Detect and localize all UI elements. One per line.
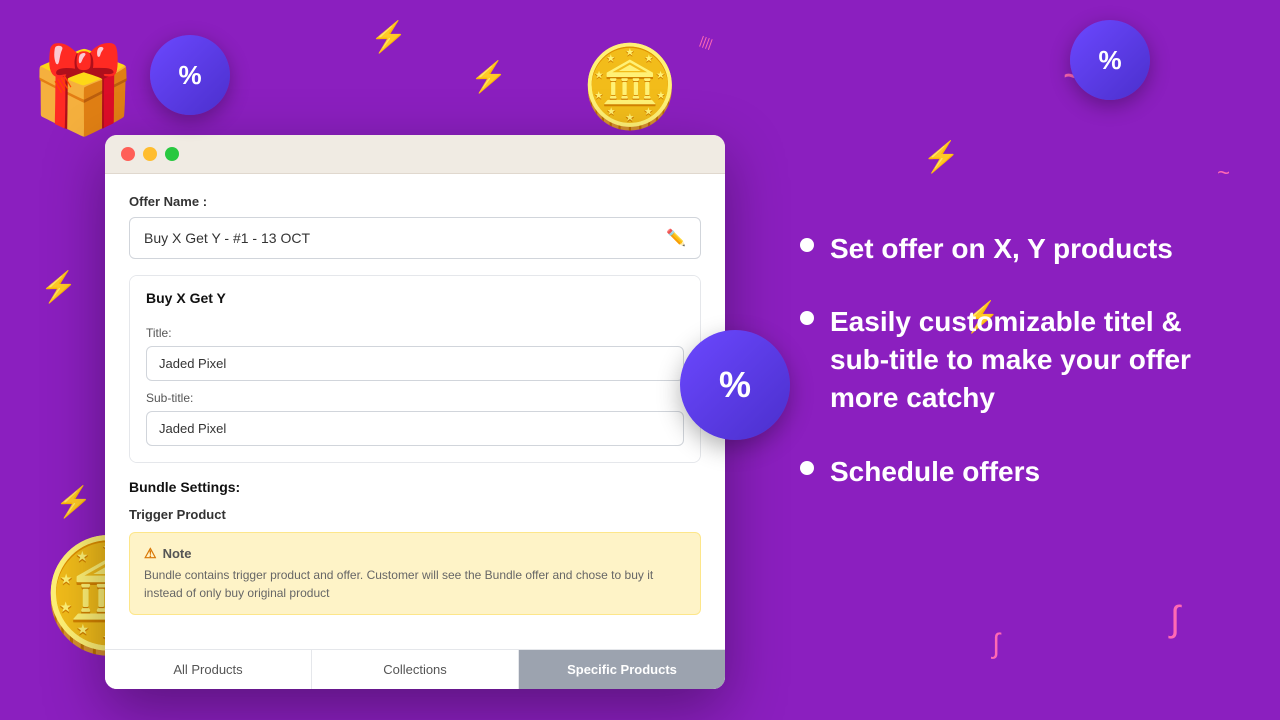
offer-name-input[interactable]: Buy X Get Y - #1 - 13 OCT ✏️	[129, 217, 701, 259]
browser-titlebar	[105, 135, 725, 174]
feature-item-2: Easily customizable titel & sub-title to…	[800, 303, 1220, 416]
buy-x-get-y-header: Buy X Get Y	[130, 276, 700, 316]
buy-x-get-y-body: Title: Sub-title:	[130, 326, 700, 462]
tab-all-products[interactable]: All Products	[105, 650, 312, 689]
offer-name-section: Offer Name : Buy X Get Y - #1 - 13 OCT ✏…	[129, 194, 701, 259]
title-label: Title:	[146, 326, 684, 340]
warning-icon: ⚠	[144, 545, 157, 562]
feature-text-1: Set offer on X, Y products	[830, 230, 1173, 268]
bullet-1	[800, 238, 814, 252]
subtitle-input[interactable]	[146, 411, 684, 446]
traffic-light-yellow[interactable]	[143, 147, 157, 161]
buy-x-get-y-section: Buy X Get Y Title: Sub-title:	[129, 275, 701, 463]
traffic-light-green[interactable]	[165, 147, 179, 161]
tab-collections[interactable]: Collections	[312, 650, 519, 689]
bullet-3	[800, 461, 814, 475]
browser-window: Offer Name : Buy X Get Y - #1 - 13 OCT ✏…	[105, 135, 725, 689]
bundle-settings-label: Bundle Settings:	[129, 479, 701, 495]
bullet-2	[800, 311, 814, 325]
feature-item-3: Schedule offers	[800, 453, 1220, 491]
browser-content: Offer Name : Buy X Get Y - #1 - 13 OCT ✏…	[105, 174, 725, 649]
feature-item-1: Set offer on X, Y products	[800, 230, 1220, 268]
percent-badge-middle: %	[680, 330, 790, 440]
right-panel: Set offer on X, Y products Easily custom…	[760, 0, 1280, 720]
offer-name-value: Buy X Get Y - #1 - 13 OCT	[144, 230, 310, 246]
traffic-light-red[interactable]	[121, 147, 135, 161]
trigger-product-label: Trigger Product	[129, 507, 701, 522]
title-input[interactable]	[146, 346, 684, 381]
bundle-settings-section: Bundle Settings: Trigger Product ⚠ Note …	[129, 479, 701, 615]
note-box: ⚠ Note Bundle contains trigger product a…	[129, 532, 701, 615]
note-title: ⚠ Note	[144, 545, 686, 562]
left-panel: Offer Name : Buy X Get Y - #1 - 13 OCT ✏…	[0, 0, 760, 720]
edit-icon[interactable]: ✏️	[666, 228, 686, 248]
tabs-row: All Products Collections Specific Produc…	[105, 649, 725, 689]
offer-name-label: Offer Name :	[129, 194, 701, 209]
note-text: Bundle contains trigger product and offe…	[144, 566, 686, 602]
feature-text-2: Easily customizable titel & sub-title to…	[830, 303, 1220, 416]
tab-specific-products[interactable]: Specific Products	[519, 650, 725, 689]
subtitle-label: Sub-title:	[146, 391, 684, 405]
feature-text-3: Schedule offers	[830, 453, 1040, 491]
